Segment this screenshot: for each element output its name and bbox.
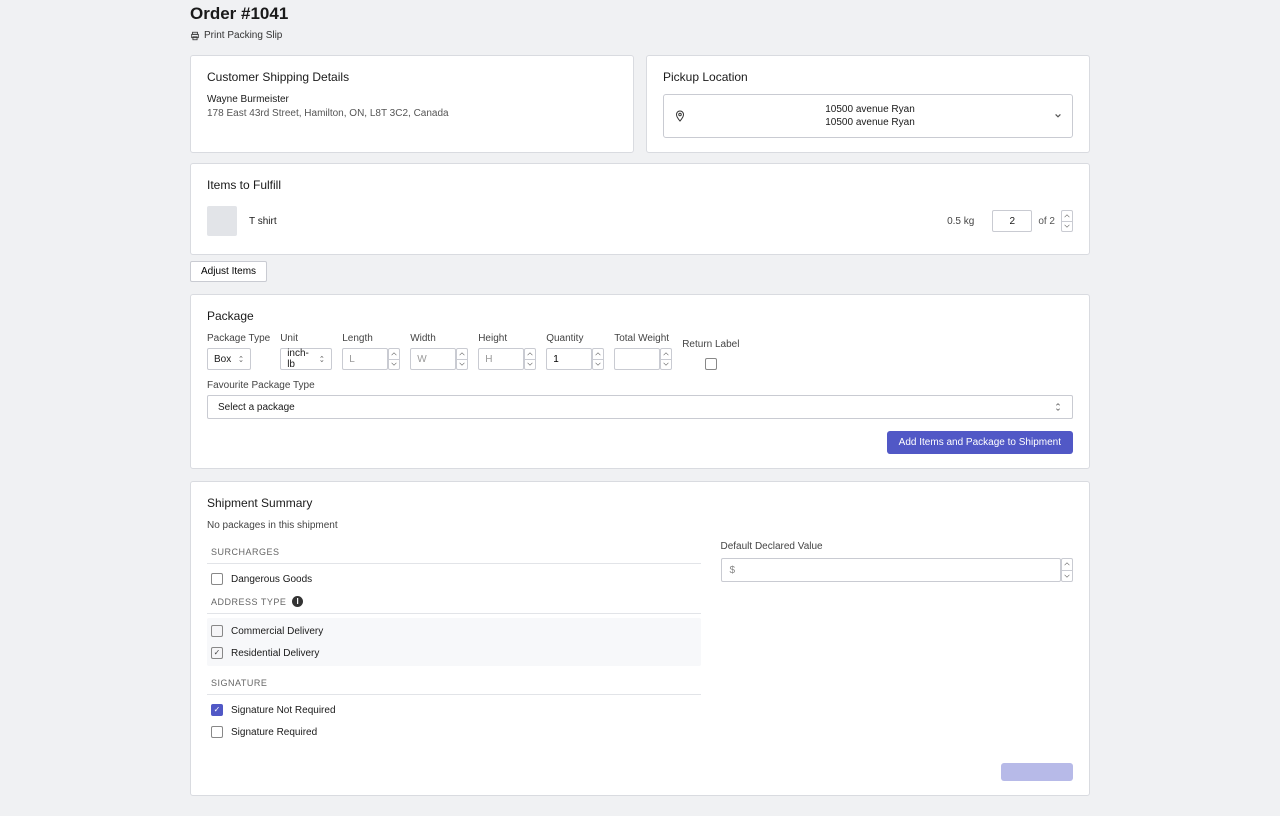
items-title: Items to Fulfill [207, 178, 1073, 192]
info-icon[interactable]: i [292, 596, 303, 607]
print-packing-slip-link[interactable]: Print Packing Slip [190, 30, 282, 41]
width-stepper[interactable] [456, 348, 468, 370]
quantity-label: Quantity [546, 333, 604, 344]
length-label: Length [342, 333, 400, 344]
package-card: Package Package Type Box Unit inch-lb Le… [190, 294, 1090, 469]
length-input[interactable] [342, 348, 388, 370]
commercial-delivery-label: Commercial Delivery [231, 626, 323, 637]
dangerous-goods-checkbox[interactable] [211, 573, 223, 585]
width-label: Width [410, 333, 468, 344]
package-type-label: Package Type [207, 333, 270, 344]
return-label-label: Return Label [682, 339, 739, 350]
adjust-items-button[interactable]: Adjust Items [190, 261, 267, 282]
item-qty-input[interactable]: 2 [992, 210, 1032, 232]
add-items-package-button[interactable]: Add Items and Package to Shipment [887, 431, 1073, 454]
pickup-location-card: Pickup Location 10500 avenue Ryan 10500 … [646, 55, 1090, 153]
item-qty-stepper[interactable] [1061, 210, 1073, 232]
pickup-title: Pickup Location [663, 70, 1073, 84]
no-packages-text: No packages in this shipment [207, 520, 1073, 531]
select-arrows-icon [319, 355, 325, 363]
signature-not-required-label: Signature Not Required [231, 705, 336, 716]
signature-not-required-row[interactable]: Signature Not Required [207, 699, 701, 721]
favourite-package-select[interactable]: Select a package [207, 395, 1073, 419]
summary-action-button-disabled [1001, 763, 1073, 781]
customer-shipping-card: Customer Shipping Details Wayne Burmeist… [190, 55, 634, 153]
chevron-down-icon [1054, 112, 1062, 120]
signature-required-row[interactable]: Signature Required [207, 721, 701, 743]
shipment-summary-card: Shipment Summary No packages in this shi… [190, 481, 1090, 796]
residential-delivery-checkbox[interactable] [211, 647, 223, 659]
select-arrows-icon [1054, 402, 1062, 412]
total-weight-label: Total Weight [614, 333, 672, 344]
height-input[interactable] [478, 348, 524, 370]
declared-value-input[interactable]: $ [721, 558, 1062, 582]
unit-value: inch-lb [287, 348, 315, 370]
package-title: Package [207, 309, 1073, 323]
pickup-line1: 10500 avenue Ryan [694, 103, 1046, 116]
height-label: Height [478, 333, 536, 344]
commercial-delivery-row[interactable]: Commercial Delivery [207, 620, 701, 642]
length-stepper[interactable] [388, 348, 400, 370]
shipping-title: Customer Shipping Details [207, 70, 617, 84]
declared-value-label: Default Declared Value [721, 541, 1074, 552]
signature-not-required-checkbox[interactable] [211, 704, 223, 716]
unit-select[interactable]: inch-lb [280, 348, 332, 370]
signature-required-checkbox[interactable] [211, 726, 223, 738]
signature-required-label: Signature Required [231, 727, 317, 738]
residential-delivery-label: Residential Delivery [231, 648, 319, 659]
summary-title: Shipment Summary [207, 496, 1073, 510]
printer-icon [190, 31, 200, 41]
quantity-stepper[interactable] [592, 348, 604, 370]
unit-label: Unit [280, 333, 332, 344]
item-qty-of: of 2 [1038, 216, 1055, 227]
shipping-name: Wayne Burmeister [207, 94, 617, 105]
dangerous-goods-row[interactable]: Dangerous Goods [207, 568, 701, 590]
address-type-label: ADDRESS TYPE [211, 597, 286, 607]
dangerous-goods-label: Dangerous Goods [231, 574, 312, 585]
item-weight: 0.5 kg [947, 216, 974, 227]
stepper-up-icon[interactable] [1062, 211, 1072, 222]
surcharges-header: SURCHARGES [207, 541, 701, 564]
select-arrows-icon [238, 355, 244, 363]
quantity-input[interactable] [546, 348, 592, 370]
commercial-delivery-checkbox[interactable] [211, 625, 223, 637]
pickup-line2: 10500 avenue Ryan [694, 116, 1046, 129]
total-weight-input[interactable] [614, 348, 660, 370]
declared-value-stepper[interactable] [1061, 558, 1073, 582]
item-thumbnail [207, 206, 237, 236]
package-type-select[interactable]: Box [207, 348, 251, 370]
order-title: Order #1041 [190, 0, 1090, 30]
signature-header: SIGNATURE [207, 672, 701, 695]
items-to-fulfill-card: Items to Fulfill T shirt 0.5 kg 2 of 2 [190, 163, 1090, 255]
return-label-checkbox[interactable] [705, 358, 717, 370]
height-stepper[interactable] [524, 348, 536, 370]
stepper-down-icon[interactable] [1062, 222, 1072, 232]
address-type-header: ADDRESS TYPE i [207, 590, 701, 614]
residential-delivery-row[interactable]: Residential Delivery [207, 642, 701, 664]
width-input[interactable] [410, 348, 456, 370]
favourite-package-label: Favourite Package Type [207, 380, 1073, 391]
package-type-value: Box [214, 354, 231, 365]
location-pin-icon [674, 110, 686, 122]
pickup-location-select[interactable]: 10500 avenue Ryan 10500 avenue Ryan [663, 94, 1073, 138]
total-weight-stepper[interactable] [660, 348, 672, 370]
shipping-address: 178 East 43rd Street, Hamilton, ON, L8T … [207, 108, 617, 119]
item-name: T shirt [249, 216, 935, 227]
print-link-label: Print Packing Slip [204, 30, 282, 41]
favourite-package-placeholder: Select a package [218, 402, 295, 413]
item-row: T shirt 0.5 kg 2 of 2 [207, 202, 1073, 240]
